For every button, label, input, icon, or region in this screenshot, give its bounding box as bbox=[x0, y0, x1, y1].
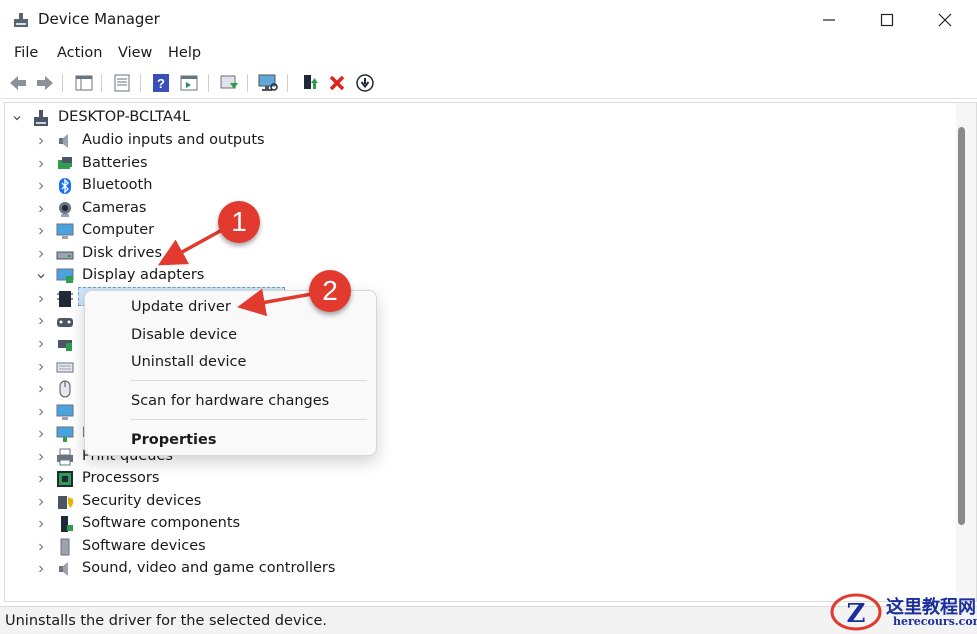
annotation-arrows bbox=[157, 228, 313, 317]
watermark-text-url: herecours.com bbox=[893, 615, 977, 628]
annotation-badge-2: 2 bbox=[309, 270, 351, 312]
arrow-1 bbox=[157, 228, 223, 266]
arrow-2 bbox=[237, 288, 313, 317]
status-text: Uninstalls the driver for the selected d… bbox=[5, 613, 328, 629]
annotation-badge-1: 1 bbox=[218, 201, 260, 243]
svg-text:Z: Z bbox=[847, 599, 866, 629]
